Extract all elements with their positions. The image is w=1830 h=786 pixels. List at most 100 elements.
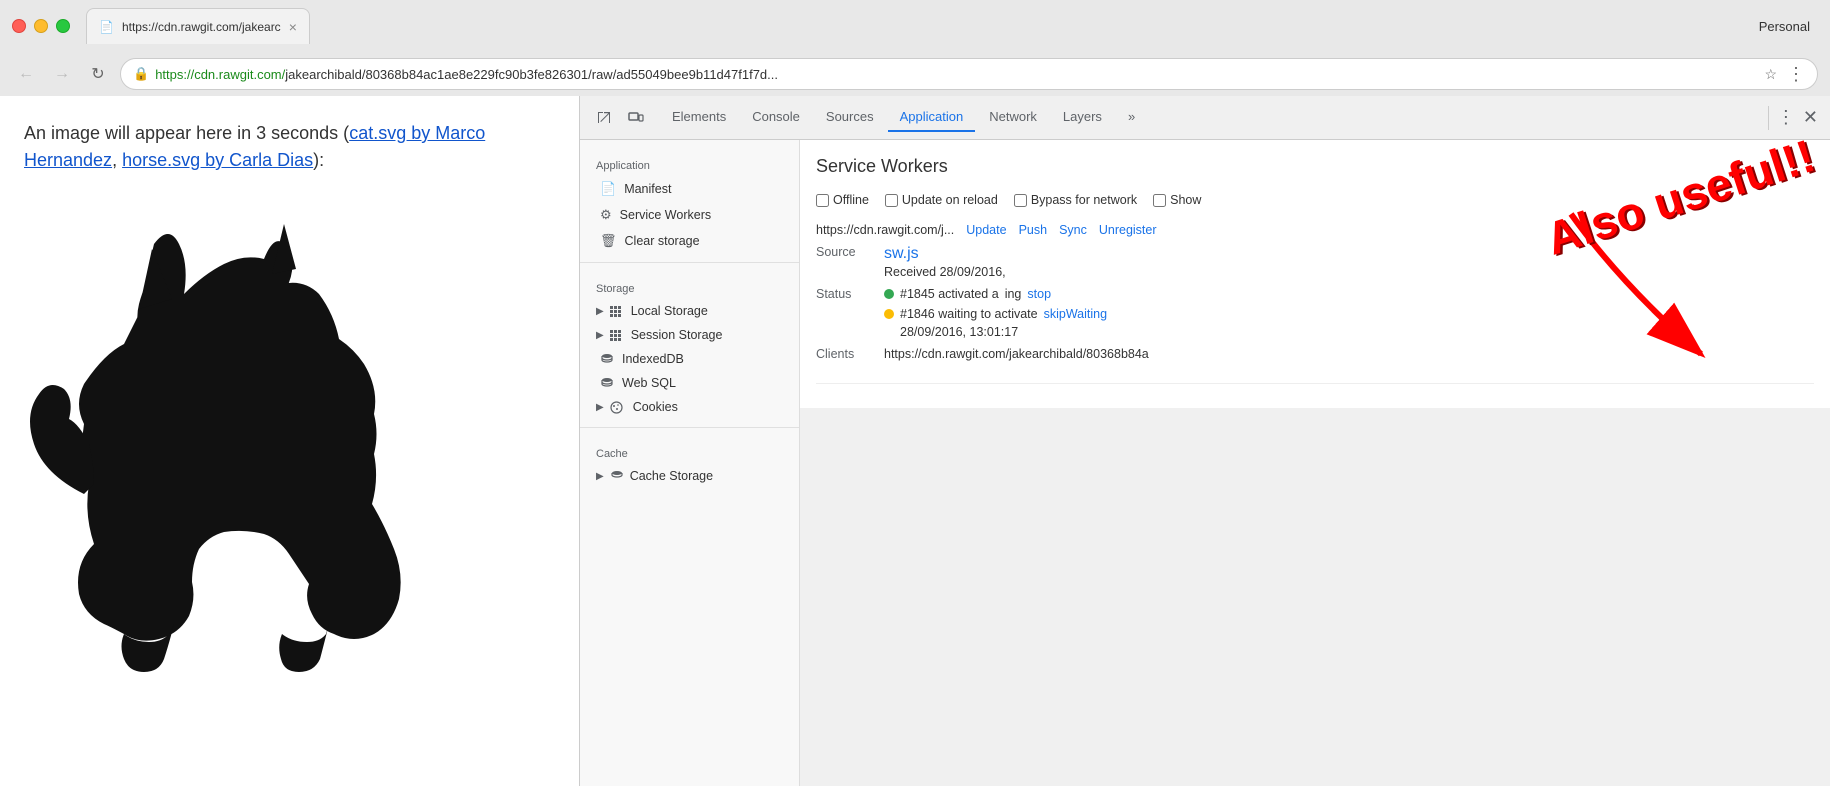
tab-network[interactable]: Network <box>977 103 1049 132</box>
sw-clients-url: https://cdn.rawgit.com/jakearchibald/803… <box>884 347 1149 361</box>
sw-skip-waiting-link[interactable]: skipWaiting <box>1044 307 1107 321</box>
devtools-main-wrapper: Service Workers Offline Update on reload… <box>800 140 1830 786</box>
horse-link[interactable]: horse.svg by Carla Dias <box>122 150 313 170</box>
devtools-close-icon[interactable]: ✕ <box>1799 103 1822 132</box>
sw-status-text-2: #1846 waiting to activate <box>900 307 1038 321</box>
refresh-button[interactable]: ↻ <box>84 60 112 88</box>
url-more-icon[interactable]: ⋮ <box>1787 64 1805 85</box>
back-button[interactable]: ← <box>12 60 40 88</box>
show-input[interactable] <box>1153 194 1166 207</box>
tab-close-icon[interactable]: × <box>289 19 297 35</box>
cookies-expand-icon: ▶ <box>596 402 604 413</box>
active-tab[interactable]: 📄 https://cdn.rawgit.com/jakearc × <box>86 8 310 44</box>
bypass-network-checkbox[interactable]: Bypass for network <box>1014 193 1137 207</box>
sidebar-item-local-storage-label: Local Storage <box>631 304 708 318</box>
tab-sources[interactable]: Sources <box>814 103 886 132</box>
sidebar-section-storage: Storage <box>580 271 799 299</box>
offline-checkbox-input[interactable] <box>816 194 829 207</box>
devtools-toolbar: Elements Console Sources Application Net… <box>580 96 1830 140</box>
sidebar-item-cache-storage-label: Cache Storage <box>630 469 713 483</box>
offline-checkbox[interactable]: Offline <box>816 193 869 207</box>
device-toolbar-button[interactable] <box>620 102 652 134</box>
fullscreen-button[interactable] <box>56 19 70 33</box>
sw-options-bar: Offline Update on reload Bypass for netw… <box>816 193 1814 207</box>
sw-status-row-container: Status #1845 activated a ing stop <box>816 287 1814 341</box>
text-suffix: ): <box>313 150 324 170</box>
tab-more[interactable]: » <box>1116 103 1147 132</box>
sw-unregister-link[interactable]: Unregister <box>1099 223 1157 237</box>
sw-status-date: 28/09/2016, 13:01:17 <box>900 323 1107 341</box>
sw-source-row: Source sw.js Received 28/09/2016, <box>816 245 1814 281</box>
tab-layers[interactable]: Layers <box>1051 103 1114 132</box>
sw-clients-label: Clients <box>816 347 876 361</box>
devtools-body: Application 📄 Manifest ⚙ Service Workers… <box>580 140 1830 786</box>
sidebar-item-indexeddb[interactable]: IndexedDB <box>580 347 799 371</box>
sw-status-label: Status <box>816 287 876 301</box>
sw-js-link[interactable]: sw.js <box>884 245 919 262</box>
status-dot-yellow <box>884 309 894 319</box>
sw-status-date-text: 28/09/2016, 13:01:17 <box>900 325 1018 339</box>
tab-favicon-icon: 📄 <box>99 20 114 34</box>
devtools-more-icon[interactable]: ⋮ <box>1773 103 1799 132</box>
update-on-reload-label: Update on reload <box>902 193 998 207</box>
session-storage-expand-icon: ▶ <box>596 330 604 341</box>
sw-status-text-1: #1845 activated a <box>900 287 999 301</box>
show-label: Show <box>1170 193 1201 207</box>
sidebar-item-cookies[interactable]: ▶ Cookies <box>580 395 799 419</box>
sidebar-item-clear-storage[interactable]: 🗑 Clear storage <box>580 228 799 254</box>
devtools-panel: Elements Console Sources Application Net… <box>580 96 1830 786</box>
bypass-network-label: Bypass for network <box>1031 193 1137 207</box>
page-text: An image will appear here in 3 seconds (… <box>24 120 555 174</box>
tab-elements[interactable]: Elements <box>660 103 738 132</box>
sw-entry: https://cdn.rawgit.com/j... Update Push … <box>816 223 1814 384</box>
sidebar-item-local-storage[interactable]: ▶ Local Storage <box>580 299 799 323</box>
sw-status-values: #1845 activated a ing stop #1846 waiting… <box>884 287 1107 341</box>
webpage-content: An image will appear here in 3 seconds (… <box>0 96 580 786</box>
toolbar-separator <box>1768 106 1769 130</box>
sw-stop-link[interactable]: stop <box>1027 287 1051 301</box>
sidebar-item-session-storage[interactable]: ▶ Session Storage <box>580 323 799 347</box>
new-tab-placeholder <box>310 8 370 44</box>
tab-application[interactable]: Application <box>888 103 976 132</box>
status-dot-green <box>884 289 894 299</box>
show-checkbox[interactable]: Show <box>1153 193 1201 207</box>
sidebar-item-web-sql[interactable]: Web SQL <box>580 371 799 395</box>
sidebar-item-cookies-label: Cookies <box>633 400 678 414</box>
tab-console[interactable]: Console <box>740 103 812 132</box>
web-sql-icon <box>600 376 614 390</box>
update-on-reload-checkbox[interactable]: Update on reload <box>885 193 998 207</box>
text-mid: , <box>112 150 122 170</box>
inspect-element-button[interactable] <box>588 102 620 134</box>
update-on-reload-input[interactable] <box>885 194 898 207</box>
close-button[interactable] <box>12 19 26 33</box>
sidebar-section-application: Application <box>580 148 799 176</box>
sw-status-running: ing <box>1005 287 1022 301</box>
url-rest-part: jakearchibald/80368b84ac1ae8e229fc90b3fe… <box>285 67 778 82</box>
sw-push-link[interactable]: Push <box>1019 223 1048 237</box>
url-text: https://cdn.rawgit.com/jakearchibald/803… <box>155 67 1754 82</box>
bypass-network-input[interactable] <box>1014 194 1027 207</box>
sidebar-item-session-storage-label: Session Storage <box>631 328 723 342</box>
tab-bar: 📄 https://cdn.rawgit.com/jakearc × <box>86 8 1759 44</box>
sidebar-item-service-workers[interactable]: ⚙ Service Workers <box>580 202 799 228</box>
bookmark-icon[interactable]: ☆ <box>1764 66 1777 83</box>
sw-received-text: Received 28/09/2016, <box>884 265 1006 279</box>
sidebar-item-service-workers-label: Service Workers <box>620 208 711 222</box>
sw-status-row-1: #1845 activated a ing stop <box>884 287 1107 301</box>
indexeddb-icon <box>600 352 614 366</box>
address-bar: ← → ↻ 🔒 https://cdn.rawgit.com/jakearchi… <box>0 52 1830 96</box>
url-bar[interactable]: 🔒 https://cdn.rawgit.com/jakearchibald/8… <box>120 58 1818 90</box>
offline-label: Offline <box>833 193 869 207</box>
panel-title: Service Workers <box>816 156 1814 177</box>
session-storage-grid-icon <box>610 330 621 341</box>
sidebar-item-manifest[interactable]: 📄 Manifest <box>580 176 799 202</box>
forward-button[interactable]: → <box>48 60 76 88</box>
sw-sync-link[interactable]: Sync <box>1059 223 1087 237</box>
minimize-button[interactable] <box>34 19 48 33</box>
sidebar-item-cache-storage[interactable]: ▶ Cache Storage <box>580 464 799 488</box>
sidebar-item-manifest-label: Manifest <box>624 182 671 196</box>
sw-update-link[interactable]: Update <box>966 223 1006 237</box>
cat-svg <box>24 194 544 674</box>
sw-url-line: https://cdn.rawgit.com/j... Update Push … <box>816 223 1814 237</box>
traffic-lights <box>12 19 70 33</box>
